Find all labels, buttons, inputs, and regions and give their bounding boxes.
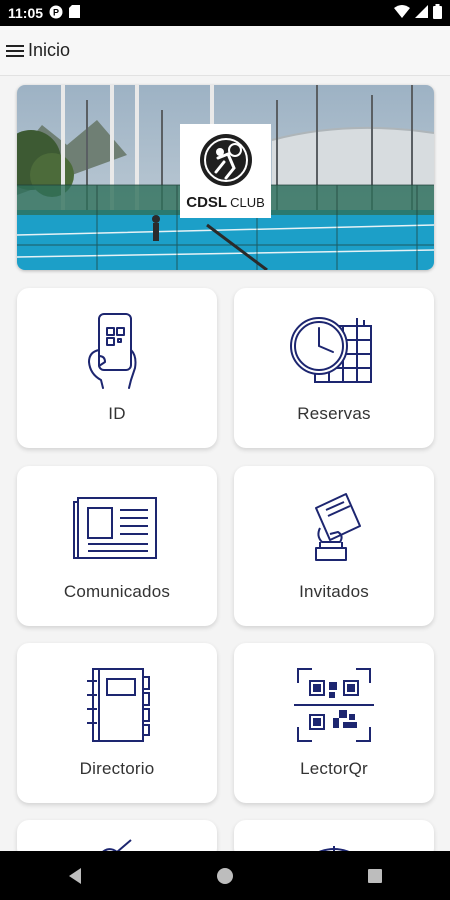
wifi-icon xyxy=(394,5,410,21)
comunicados-card-button[interactable]: Comunicados xyxy=(17,466,217,626)
phone-in-hand-icon xyxy=(72,310,162,390)
page-title: Inicio xyxy=(28,40,71,60)
newspaper-icon xyxy=(72,488,162,568)
status-bar: 11:05 P xyxy=(0,0,450,26)
id-label: ID xyxy=(108,404,126,423)
lectorqr-label: LectorQr xyxy=(300,759,368,778)
clock-calendar-icon xyxy=(289,310,379,390)
logo-text: CDSL xyxy=(186,194,228,211)
directorio-label: Directorio xyxy=(79,759,155,778)
reservas-card-button[interactable]: Reservas xyxy=(234,288,434,448)
invitados-label: Invitados xyxy=(299,582,369,601)
home-icon[interactable] xyxy=(195,856,255,896)
tennis-player-icon xyxy=(198,132,254,193)
hamburger-menu-icon[interactable] xyxy=(4,40,26,62)
qr-scanner-icon xyxy=(289,665,379,745)
invitados-card-button[interactable]: Invitados xyxy=(234,466,434,626)
status-time: 11:05 xyxy=(8,5,44,21)
logo-subtext: CLUB xyxy=(230,195,265,210)
id-card-button[interactable]: ID xyxy=(17,288,217,448)
back-icon[interactable] xyxy=(45,856,105,896)
club-logo: CDSL CLUB xyxy=(180,124,271,218)
club-banner-image: CDSL CLUB xyxy=(17,85,434,270)
recents-icon[interactable] xyxy=(345,856,405,896)
comunicados-label: Comunicados xyxy=(63,582,171,601)
battery-icon xyxy=(433,4,442,22)
system-navigation-bar xyxy=(0,851,450,900)
reservas-label: Reservas xyxy=(297,404,371,423)
address-book-icon xyxy=(72,665,162,745)
app-notification-icon: P xyxy=(49,5,63,22)
lectorqr-card-button[interactable]: LectorQr xyxy=(234,643,434,803)
sd-card-icon xyxy=(69,5,81,21)
directorio-card-button[interactable]: Directorio xyxy=(17,643,217,803)
signal-icon xyxy=(415,5,428,21)
ticket-in-hand-icon xyxy=(289,488,379,568)
app-bar: Inicio xyxy=(0,26,450,76)
svg-text:P: P xyxy=(53,7,59,17)
